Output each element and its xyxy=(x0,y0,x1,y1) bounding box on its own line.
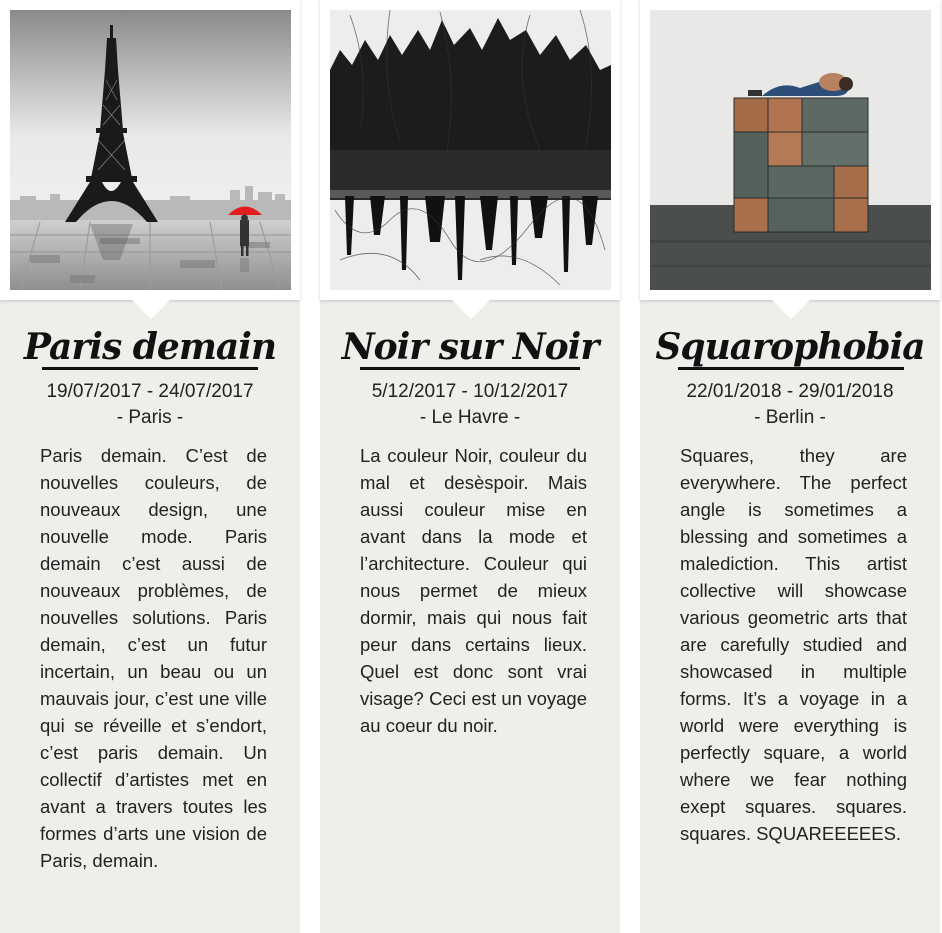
event-city: - Le Havre - xyxy=(419,407,521,428)
card-pointer xyxy=(451,299,491,319)
event-card[interactable]: Paris demain 19/07/2017 - 24/07/2017 - P… xyxy=(0,0,300,933)
card-pointer xyxy=(771,299,811,319)
event-card[interactable]: Squarophobia 22/01/2018 - 29/01/2018 - B… xyxy=(640,0,940,933)
eiffel-tower-illustration xyxy=(10,10,291,290)
event-photo-frame xyxy=(320,0,620,300)
event-photo-frame xyxy=(0,0,300,300)
event-dates: 5/12/2017 - 10/12/2017 xyxy=(371,381,569,402)
event-description: La couleur Noir, couleur du mal et desès… xyxy=(360,445,587,736)
title-underline xyxy=(42,367,258,370)
black-ink-illustration xyxy=(330,10,611,290)
cubes-sculpture-image[interactable] xyxy=(650,10,931,290)
event-card[interactable]: Noir sur Noir 5/12/2017 - 10/12/2017 - L… xyxy=(320,0,620,933)
event-description: Paris demain. C’est de nouvelles couleur… xyxy=(40,445,267,871)
event-dates: 19/07/2017 - 24/07/2017 xyxy=(46,381,254,402)
card-pointer xyxy=(131,299,171,319)
event-title[interactable]: Paris demain xyxy=(0,325,300,369)
event-city: - Berlin - xyxy=(754,407,826,428)
event-title[interactable]: Squarophobia xyxy=(640,325,940,369)
event-dates: 22/01/2018 - 29/01/2018 xyxy=(686,381,894,402)
event-description: Squares, they are everywhere. The perfec… xyxy=(680,445,907,844)
stacked-cubes-illustration xyxy=(650,10,931,290)
eiffel-tower-image[interactable] xyxy=(10,10,291,290)
black-abstract-image[interactable] xyxy=(330,10,611,290)
event-title[interactable]: Noir sur Noir xyxy=(320,325,620,369)
title-underline xyxy=(678,367,904,370)
title-underline xyxy=(360,367,580,370)
event-city: - Paris - xyxy=(116,407,184,428)
event-photo-frame xyxy=(640,0,940,300)
